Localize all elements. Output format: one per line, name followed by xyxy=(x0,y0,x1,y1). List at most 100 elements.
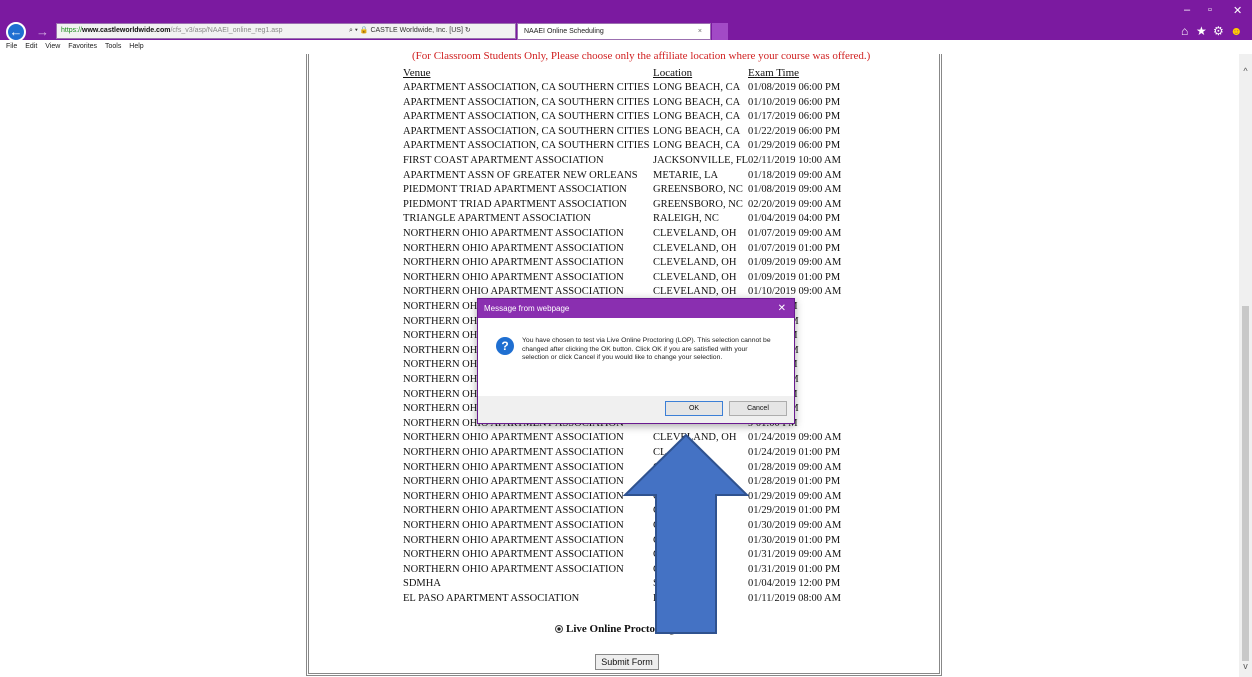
tab-naaei[interactable]: NAAEI Online Scheduling × xyxy=(517,23,711,40)
venue-cell: NORTHERN OHIO APARTMENT ASSOCIATION xyxy=(403,563,624,575)
location-cell: GREENSBORO, NC xyxy=(653,184,743,196)
new-tab-button[interactable] xyxy=(712,23,728,40)
venue-cell: PIEDMONT TRIAD APARTMENT ASSOCIATION xyxy=(403,198,627,210)
tab-close-icon[interactable]: × xyxy=(698,24,702,39)
venue-cell: NORTHERN OHIO APARTMENT ASSOCIATION xyxy=(403,476,624,488)
dialog-close-icon[interactable]: ✕ xyxy=(778,299,786,318)
menu-edit[interactable]: Edit xyxy=(25,40,37,54)
settings-gear-icon[interactable]: ⚙ xyxy=(1213,24,1224,38)
venue-cell: APARTMENT ASSOCIATION, CA SOUTHERN CITIE… xyxy=(403,140,650,152)
submit-form-button[interactable]: Submit Form xyxy=(595,654,659,670)
exam-time-cell: 01/09/2019 01:00 PM xyxy=(748,271,841,283)
exam-time-cell: 02/20/2019 09:00 AM xyxy=(748,198,842,210)
minimize-icon[interactable]: – xyxy=(1184,4,1190,16)
venue-cell: APARTMENT ASSOCIATION, CA SOUTHERN CITIE… xyxy=(403,82,650,93)
location-cell: CLEVELAND, OH xyxy=(653,242,737,254)
location-cell: LONG BEACH, CA xyxy=(653,140,741,152)
venue-cell: APARTMENT ASSOCIATION, CA SOUTHERN CITIE… xyxy=(403,96,650,108)
table-row[interactable]: APARTMENT ASSN OF GREATER NEW ORLEANS MET… xyxy=(403,170,863,185)
venue-cell: NORTHERN OHIO APARTMENT ASSOCIATION xyxy=(403,242,624,254)
scroll-up-icon[interactable]: ^ xyxy=(1239,66,1252,76)
browser-titlebar: ← → https://www.castleworldwide.com/cfs_… xyxy=(0,0,1252,42)
table-row[interactable]: APARTMENT ASSOCIATION, CA SOUTHERN CITIE… xyxy=(403,126,863,141)
classroom-note: (For Classroom Students Only, Please cho… xyxy=(412,50,871,62)
table-row[interactable]: NORTHERN OHIO APARTMENT ASSOCIATION CLEVE… xyxy=(403,228,863,243)
table-row[interactable]: APARTMENT ASSOCIATION, CA SOUTHERN CITIE… xyxy=(403,82,863,97)
scroll-down-icon[interactable]: v xyxy=(1239,661,1252,671)
radio-selected-icon[interactable] xyxy=(555,625,563,633)
table-row[interactable]: NORTHERN OHIO APARTMENT ASSOCIATION CLEVE… xyxy=(403,272,863,287)
exam-time-cell: 01/30/2019 09:00 AM xyxy=(748,520,842,531)
venue-cell: NORTHERN OHIO APARTMENT ASSOCIATION xyxy=(403,447,624,458)
favorites-star-icon[interactable]: ★ xyxy=(1196,24,1207,38)
lock-icon[interactable]: 🔒 xyxy=(360,27,369,34)
scroll-thumb[interactable] xyxy=(1242,306,1249,661)
venue-cell: FIRST COAST APARTMENT ASSOCIATION xyxy=(403,155,604,166)
window-close-icon[interactable]: ✕ xyxy=(1233,4,1242,17)
confirm-dialog: Message from webpage ✕ ? You have chosen… xyxy=(477,298,795,424)
dialog-titlebar: Message from webpage ✕ xyxy=(478,299,794,318)
venue-cell: NORTHERN OHIO APARTMENT ASSOCIATION xyxy=(403,271,624,283)
exam-time-cell: 01/24/2019 01:00 PM xyxy=(748,447,841,458)
tab-title: NAAEI Online Scheduling xyxy=(524,28,604,35)
feedback-smiley-icon[interactable]: ☻ xyxy=(1230,24,1243,38)
exam-time-cell: 01/31/2019 09:00 AM xyxy=(748,549,842,561)
site-identity[interactable]: CASTLE Worldwide, Inc. [US] xyxy=(370,27,462,34)
ok-button[interactable]: OK xyxy=(665,401,723,416)
venue-cell: NORTHERN OHIO APARTMENT ASSOCIATION xyxy=(403,228,624,239)
venue-cell: EL PASO APARTMENT ASSOCIATION xyxy=(403,593,580,604)
location-cell: GREENSBORO, NC xyxy=(653,198,743,210)
address-bar[interactable]: https://www.castleworldwide.com/cfs_v3/a… xyxy=(56,23,516,39)
exam-time-cell: 01/18/2019 09:00 AM xyxy=(748,169,842,181)
location-cell: METARIE, LA xyxy=(653,169,719,181)
table-row[interactable]: NORTHERN OHIO APARTMENT ASSOCIATION CLEVE… xyxy=(403,257,863,272)
exam-time-cell: 01/22/2019 06:00 PM xyxy=(748,125,841,137)
venue-cell: NORTHERN OHIO APARTMENT ASSOCIATION xyxy=(403,286,624,298)
menu-tools[interactable]: Tools xyxy=(105,40,121,54)
vertical-scrollbar[interactable]: ^ v xyxy=(1239,54,1252,677)
table-row[interactable]: TRIANGLE APARTMENT ASSOCIATION RALEIGH, N… xyxy=(403,213,863,228)
refresh-icon[interactable]: ↻ xyxy=(465,27,471,34)
menu-view[interactable]: View xyxy=(45,40,60,54)
table-row[interactable]: NORTHERN OHIO APARTMENT ASSOCIATION CLEVE… xyxy=(403,243,863,258)
dialog-title: Message from webpage xyxy=(484,304,570,313)
exam-time-cell: 01/24/2019 09:00 AM xyxy=(748,432,842,444)
exam-time-cell: 01/11/2019 08:00 AM xyxy=(748,593,841,604)
table-row[interactable]: FIRST COAST APARTMENT ASSOCIATION JACKSON… xyxy=(403,155,863,170)
forward-arrow-icon[interactable]: → xyxy=(36,24,49,39)
table-row[interactable]: PIEDMONT TRIAD APARTMENT ASSOCIATION GREE… xyxy=(403,184,863,199)
exam-time-cell: 01/29/2019 09:00 AM xyxy=(748,490,842,502)
search-icon[interactable]: ⌕ ▾ xyxy=(349,27,358,34)
venue-cell: APARTMENT ASSOCIATION, CA SOUTHERN CITIE… xyxy=(403,111,650,123)
url-scheme: https:// xyxy=(61,27,83,34)
maximize-icon[interactable]: ▫ xyxy=(1208,4,1212,16)
table-row[interactable]: APARTMENT ASSOCIATION, CA SOUTHERN CITIE… xyxy=(403,111,863,126)
venue-cell: NORTHERN OHIO APARTMENT ASSOCIATION xyxy=(403,257,624,269)
exam-time-cell: 01/04/2019 12:00 PM xyxy=(748,578,841,590)
menu-favorites[interactable]: Favorites xyxy=(68,40,97,54)
venue-header: Venue xyxy=(403,67,431,79)
table-row[interactable]: APARTMENT ASSOCIATION, CA SOUTHERN CITIE… xyxy=(403,140,863,155)
exam-time-cell: 01/08/2019 09:00 AM xyxy=(748,184,842,196)
location-cell: LONG BEACH, CA xyxy=(653,82,741,93)
exam-time-cell: 01/31/2019 01:00 PM xyxy=(748,563,841,575)
location-cell: CLEVELAND, OH xyxy=(653,286,737,298)
cancel-button[interactable]: Cancel xyxy=(729,401,787,416)
venue-cell: SDMHA xyxy=(403,578,441,590)
menu-file[interactable]: File xyxy=(6,40,17,54)
exam-time-cell: 01/07/2019 01:00 PM xyxy=(748,242,841,254)
exam-time-cell: 02/11/2019 10:00 AM xyxy=(748,155,841,166)
location-cell: LONG BEACH, CA xyxy=(653,125,741,137)
menu-help[interactable]: Help xyxy=(129,40,143,54)
table-row[interactable]: APARTMENT ASSOCIATION, CA SOUTHERN CITIE… xyxy=(403,97,863,112)
table-row[interactable]: PIEDMONT TRIAD APARTMENT ASSOCIATION GREE… xyxy=(403,199,863,214)
location-cell: LONG BEACH, CA xyxy=(653,96,741,108)
venue-cell: APARTMENT ASSOCIATION, CA SOUTHERN CITIE… xyxy=(403,125,650,137)
home-icon[interactable]: ⌂ xyxy=(1181,24,1188,38)
exam-time-cell: 01/07/2019 09:00 AM xyxy=(748,228,842,239)
exam-time-cell: 01/10/2019 06:00 PM xyxy=(748,96,841,108)
venue-cell: NORTHERN OHIO APARTMENT ASSOCIATION xyxy=(403,505,624,517)
annotation-up-arrow-icon xyxy=(622,433,750,634)
exam-time-cell: 01/28/2019 01:00 PM xyxy=(748,476,841,488)
back-arrow-icon[interactable]: ← xyxy=(6,22,26,42)
